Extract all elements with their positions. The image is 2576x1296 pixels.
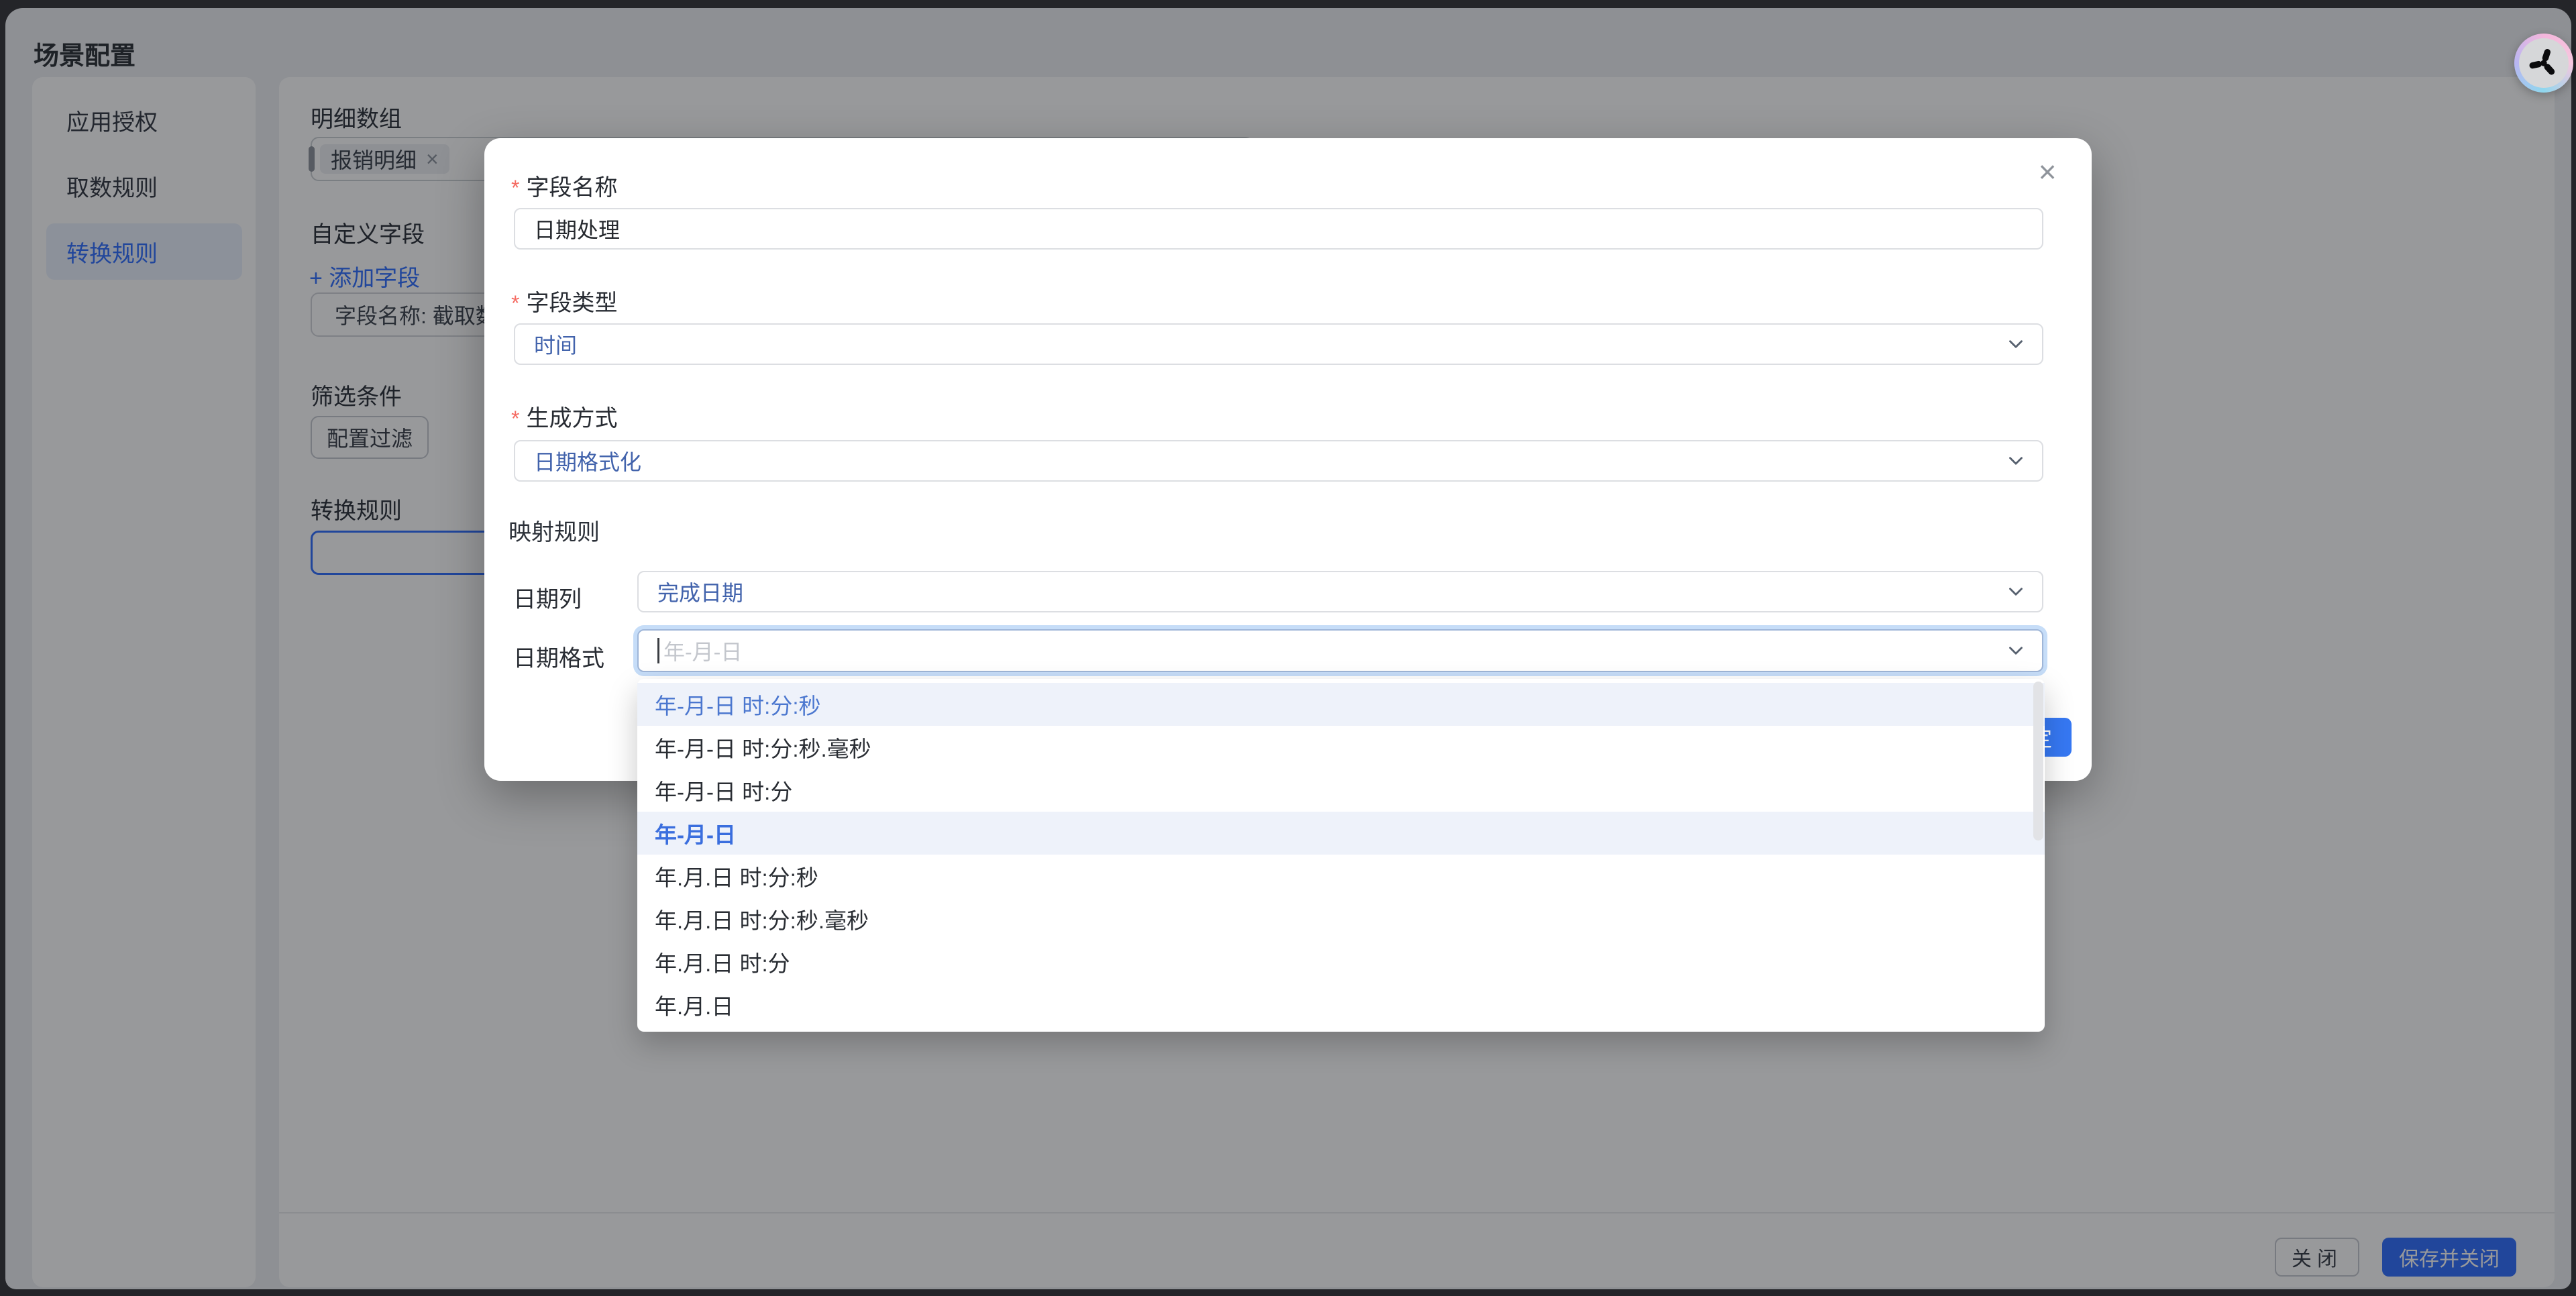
required-marker: * bbox=[511, 176, 520, 200]
date-format-dropdown: 年-月-日 时:分:秒 年-月-日 时:分:秒.毫秒 年-月-日 时:分 年-月… bbox=[637, 679, 2045, 1032]
generation-method-value: 日期格式化 bbox=[534, 450, 642, 474]
dropdown-option[interactable]: 年-月-日 时:分:秒 bbox=[637, 683, 2045, 726]
dialog-close-icon[interactable]: × bbox=[2027, 152, 2068, 192]
generation-method-select[interactable]: 日期格式化 bbox=[514, 440, 2043, 482]
chevron-down-icon bbox=[2009, 340, 2023, 348]
dropdown-option[interactable]: 年.月.日 时:分:秒.毫秒 bbox=[637, 898, 2045, 940]
dropdown-option-selected[interactable]: 年-月-日 bbox=[637, 812, 2045, 855]
dropdown-scrollbar[interactable] bbox=[2033, 682, 2043, 841]
text-cursor bbox=[657, 638, 659, 663]
date-column-select[interactable]: 完成日期 bbox=[637, 571, 2043, 612]
chevron-down-icon bbox=[2009, 588, 2023, 596]
field-type-label: * 字段类型 bbox=[511, 290, 618, 316]
generation-method-label: * 生成方式 bbox=[511, 406, 618, 431]
field-name-input[interactable]: 日期处理 bbox=[514, 208, 2043, 250]
date-format-select[interactable]: 年-月-日 bbox=[637, 629, 2043, 672]
screen: 场景配置 应用授权 取数规则 转换规则 明细数组 报销明细 × 自定义字段 + … bbox=[0, 0, 2576, 1296]
dropdown-option[interactable]: 年-月-日 时:分 bbox=[637, 769, 2045, 812]
assistant-floating-button[interactable] bbox=[2514, 34, 2573, 93]
assistant-logo-icon bbox=[2519, 38, 2569, 88]
field-type-value: 时间 bbox=[534, 333, 578, 358]
date-format-label: 日期格式 bbox=[513, 646, 604, 671]
chevron-down-icon bbox=[2009, 457, 2023, 465]
dropdown-option[interactable]: 年.月.日 时:分:秒 bbox=[637, 855, 2045, 898]
date-column-value: 完成日期 bbox=[657, 581, 744, 605]
required-marker: * bbox=[511, 407, 520, 431]
date-format-placeholder: 年-月-日 bbox=[663, 640, 743, 664]
field-name-label: * 字段名称 bbox=[511, 175, 618, 201]
date-column-label: 日期列 bbox=[513, 587, 582, 612]
dropdown-option[interactable]: 年.月.日 bbox=[637, 983, 2045, 1026]
dropdown-option[interactable]: 年.月.日 时:分 bbox=[637, 940, 2045, 983]
dropdown-option[interactable]: 年-月-日 时:分:秒.毫秒 bbox=[637, 726, 2045, 769]
required-marker: * bbox=[511, 291, 520, 315]
field-type-select[interactable]: 时间 bbox=[514, 323, 2043, 365]
mapping-rules-section-label: 映射规则 bbox=[508, 520, 600, 545]
field-name-value: 日期处理 bbox=[534, 218, 621, 242]
chevron-down-icon bbox=[2009, 647, 2023, 655]
